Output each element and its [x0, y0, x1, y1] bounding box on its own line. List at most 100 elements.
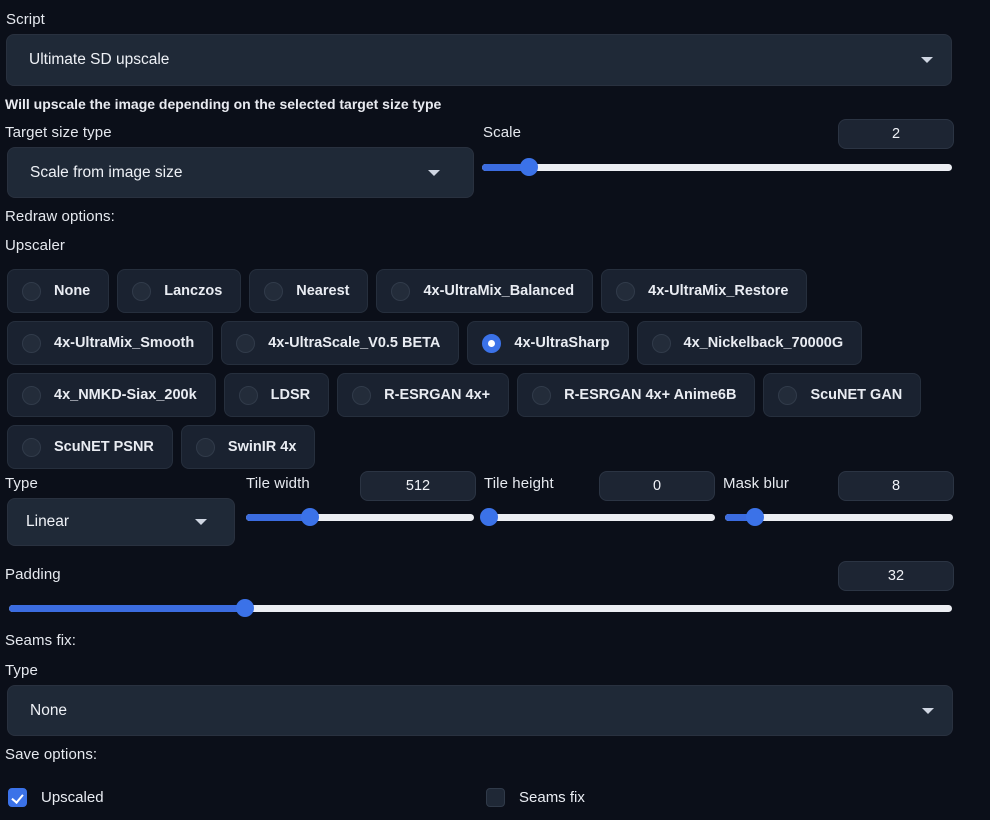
- upscaler-option-label: 4x-UltraSharp: [514, 335, 610, 351]
- upscaler-option-4x-ultramix-smooth[interactable]: 4x-UltraMix_Smooth: [7, 321, 214, 365]
- upscaler-radio-group: None Lanczos Nearest 4x-UltraMix_Balanced 4x…: [7, 269, 957, 477]
- upscaler-radio-row: 4x_NMKD-Siax_200k LDSR R-ESRGAN 4x+ R-ESRGA…: [7, 373, 957, 417]
- redraw-type-value: Linear: [26, 513, 70, 530]
- upscaler-option-4x-nmkd-siax-200k[interactable]: 4x_NMKD-Siax_200k: [7, 373, 216, 417]
- radio-indicator[interactable]: [22, 333, 41, 353]
- upscaler-option-label: ScuNET PSNR: [54, 439, 154, 455]
- tile-width-label: Tile width: [246, 475, 310, 492]
- upscaler-radio-row: 4x-UltraMix_Smooth 4x-UltraScale_V0.5 BET…: [7, 321, 957, 365]
- radio-indicator[interactable]: [391, 281, 411, 301]
- slider-knob[interactable]: [480, 508, 499, 526]
- radio-indicator[interactable]: [132, 281, 152, 301]
- upscaler-option-r-esrgan-4x-anime6b[interactable]: R-ESRGAN 4x+ Anime6B: [517, 373, 756, 417]
- radio-indicator[interactable]: [778, 385, 798, 405]
- upscaler-option-4x-ultramix-restore[interactable]: 4x-UltraMix_Restore: [601, 269, 808, 313]
- upscaler-option-label: 4x-UltraScale_V0.5 BETA: [268, 335, 441, 351]
- radio-indicator[interactable]: [264, 281, 284, 301]
- slider-knob[interactable]: [300, 508, 319, 526]
- save-seams-fix-label: Seams fix: [519, 789, 585, 806]
- slider-track: [482, 164, 952, 171]
- upscaler-option-label: ScuNET GAN: [810, 387, 903, 403]
- upscaler-option-scunet-psnr[interactable]: ScuNET PSNR: [7, 425, 173, 469]
- seams-fix-type-dropdown[interactable]: None: [7, 685, 953, 736]
- radio-indicator[interactable]: [651, 333, 671, 353]
- upscaler-option-label: 4x-UltraMix_Restore: [648, 283, 789, 299]
- upscaler-option-4x-ultramix-balanced[interactable]: 4x-UltraMix_Balanced: [376, 269, 594, 313]
- upscaler-option-nearest[interactable]: Nearest: [249, 269, 369, 313]
- upscaler-option-label: LDSR: [270, 387, 311, 403]
- seams-fix-type-value: None: [30, 701, 68, 719]
- upscaler-option-label: Lanczos: [164, 283, 223, 299]
- scale-slider[interactable]: [482, 158, 952, 176]
- slider-track: [487, 514, 715, 521]
- seams-fix-heading: Seams fix:: [5, 632, 77, 649]
- checkbox-indicator[interactable]: [8, 788, 27, 807]
- mask-blur-slider[interactable]: [725, 508, 953, 526]
- radio-indicator[interactable]: [352, 385, 372, 405]
- chevron-down-icon: [922, 707, 934, 714]
- upscaler-option-4x-ultrasharp[interactable]: 4x-UltraSharp: [467, 321, 629, 365]
- padding-slider[interactable]: [9, 599, 952, 617]
- upscaler-option-r-esrgan-4x[interactable]: R-ESRGAN 4x+: [337, 373, 510, 417]
- upscaler-option-4x-ultrascale-v0-5-beta[interactable]: 4x-UltraScale_V0.5 BETA: [221, 321, 460, 365]
- radio-indicator[interactable]: [532, 385, 552, 405]
- upscaler-option-none[interactable]: None: [7, 269, 110, 313]
- save-options-heading: Save options:: [5, 746, 98, 763]
- chevron-down-icon: [921, 57, 933, 63]
- checkbox-indicator[interactable]: [486, 788, 505, 807]
- scale-label: Scale: [483, 124, 522, 141]
- script-dropdown[interactable]: Ultimate SD upscale: [6, 34, 952, 86]
- upscaler-option-label: R-ESRGAN 4x+ Anime6B: [564, 387, 737, 403]
- script-dropdown-value: Ultimate SD upscale: [29, 51, 170, 68]
- redraw-type-label: Type: [5, 475, 38, 492]
- target-size-type-dropdown[interactable]: Scale from image size: [7, 147, 474, 198]
- target-size-type-label: Target size type: [5, 124, 112, 141]
- redraw-options-heading: Redraw options:: [5, 208, 115, 225]
- target-size-type-value: Scale from image size: [30, 163, 183, 181]
- chevron-down-icon: [195, 519, 207, 525]
- radio-indicator[interactable]: [22, 437, 41, 457]
- upscaler-option-scunet-gan[interactable]: ScuNET GAN: [763, 373, 922, 417]
- upscaler-option-swinir-4x[interactable]: SwinIR 4x: [180, 425, 316, 469]
- padding-label: Padding: [5, 566, 61, 583]
- script-label: Script: [6, 11, 45, 28]
- padding-input[interactable]: 32: [838, 561, 954, 591]
- radio-indicator[interactable]: [616, 281, 636, 301]
- upscaler-option-label: Nearest: [296, 283, 350, 299]
- radio-indicator[interactable]: [236, 333, 256, 353]
- upscaler-option-label: R-ESRGAN 4x+: [384, 387, 491, 403]
- radio-indicator[interactable]: [22, 385, 41, 405]
- tile-width-slider[interactable]: [246, 508, 474, 526]
- mask-blur-input[interactable]: 8: [838, 471, 954, 501]
- save-seams-fix-checkbox[interactable]: Seams fix: [486, 788, 585, 807]
- upscaler-option-label: 4x_NMKD-Siax_200k: [54, 387, 197, 403]
- redraw-type-dropdown[interactable]: Linear: [7, 498, 235, 546]
- upscaler-option-label: 4x-UltraMix_Smooth: [54, 335, 195, 351]
- tile-height-slider[interactable]: [480, 508, 715, 526]
- mask-blur-label: Mask blur: [723, 475, 789, 492]
- upscaler-label: Upscaler: [5, 237, 65, 254]
- upscaler-option-4x-nickelback-70000g[interactable]: 4x_Nickelback_70000G: [636, 321, 863, 365]
- scale-value-input[interactable]: 2: [838, 119, 954, 149]
- slider-knob[interactable]: [235, 599, 254, 617]
- radio-indicator[interactable]: [22, 281, 41, 301]
- tile-height-label: Tile height: [484, 475, 554, 492]
- radio-indicator[interactable]: [195, 437, 215, 457]
- upscaler-radio-row: ScuNET PSNR SwinIR 4x: [7, 425, 957, 469]
- save-upscaled-checkbox[interactable]: Upscaled: [8, 788, 104, 807]
- script-description: Will upscale the image depending on the …: [5, 96, 442, 112]
- chevron-down-icon: [428, 169, 440, 176]
- tile-height-input[interactable]: 0: [599, 471, 715, 501]
- upscaler-option-label: 4x-UltraMix_Balanced: [423, 283, 575, 299]
- tile-width-input[interactable]: 512: [360, 471, 476, 501]
- upscaler-option-label: 4x_Nickelback_70000G: [683, 335, 844, 351]
- radio-indicator[interactable]: [482, 333, 502, 353]
- upscaler-option-label: SwinIR 4x: [227, 439, 297, 455]
- upscaler-option-lanczos[interactable]: Lanczos: [117, 269, 242, 313]
- slider-knob[interactable]: [520, 158, 538, 176]
- upscaler-radio-row: None Lanczos Nearest 4x-UltraMix_Balanced 4x…: [7, 269, 957, 313]
- radio-indicator[interactable]: [238, 385, 258, 405]
- slider-knob[interactable]: [745, 508, 764, 526]
- upscaler-option-ldsr[interactable]: LDSR: [223, 373, 330, 417]
- upscaler-option-label: None: [54, 283, 91, 299]
